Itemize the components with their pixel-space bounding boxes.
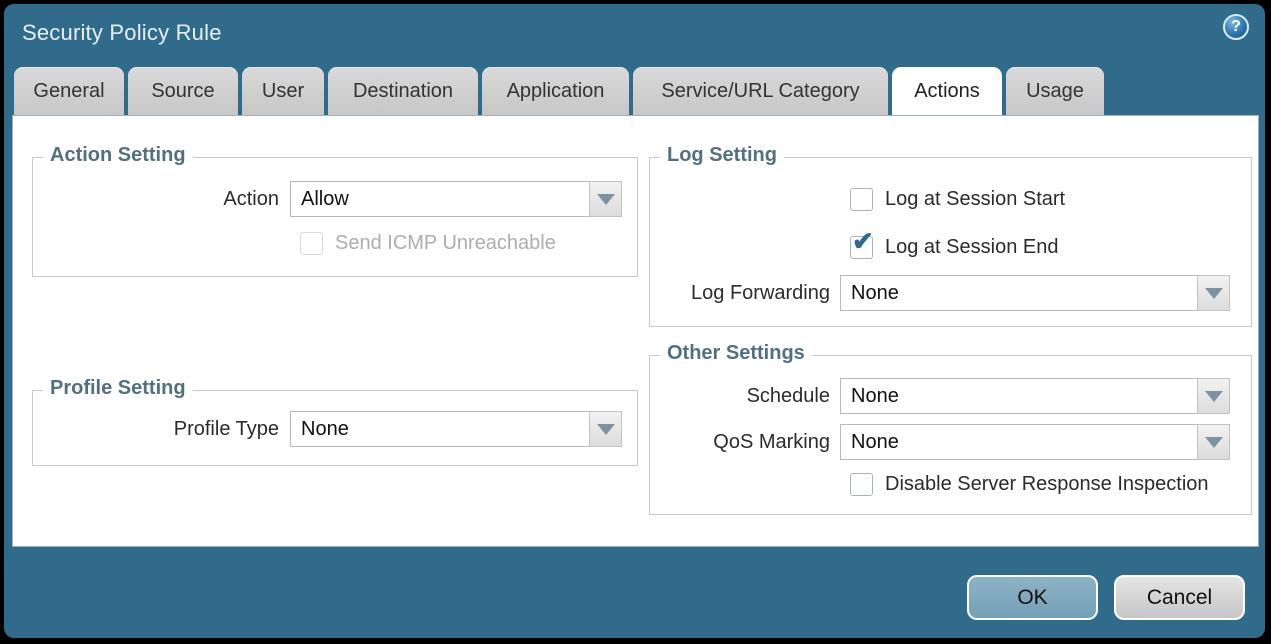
send-icmp-unreachable-label: Send ICMP Unreachable	[335, 232, 556, 255]
check-icon: ✔	[852, 228, 874, 254]
profile-type-dropdown-button[interactable]	[589, 411, 622, 447]
dropdown-arrow-icon	[1205, 288, 1223, 299]
ok-button[interactable]: OK	[967, 575, 1098, 620]
dialog-title: Security Policy Rule	[22, 20, 222, 46]
tab-general[interactable]: General	[14, 67, 124, 115]
action-setting-legend: Action Setting	[43, 144, 193, 167]
dropdown-arrow-icon	[597, 424, 615, 435]
actions-tab-panel: Action Setting Action Allow ✔	[12, 115, 1259, 547]
log-session-end-checkbox-row[interactable]: ✔ Log at Session End	[850, 236, 1058, 259]
schedule-dropdown-value[interactable]: None	[840, 378, 1197, 414]
action-setting-group: Action Setting Action Allow ✔	[32, 157, 638, 277]
schedule-label: Schedule	[650, 385, 840, 408]
dropdown-arrow-icon	[1205, 391, 1223, 402]
help-icon[interactable]: ?	[1223, 14, 1249, 40]
tab-application[interactable]: Application	[482, 67, 629, 115]
log-forwarding-dropdown-value[interactable]: None	[840, 275, 1197, 311]
action-label: Action	[43, 188, 290, 211]
action-dropdown[interactable]: Allow	[290, 181, 622, 217]
profile-setting-group: Profile Setting Profile Type None	[32, 390, 638, 466]
tab-destination[interactable]: Destination	[328, 67, 478, 115]
tab-service-url-category[interactable]: Service/URL Category	[633, 67, 888, 115]
screenshot-stage: Security Policy Rule ? General Source Us…	[0, 0, 1271, 644]
security-policy-rule-dialog: Security Policy Rule ? General Source Us…	[4, 4, 1265, 638]
other-settings-group: Other Settings Schedule None QoS Marking…	[649, 355, 1252, 515]
schedule-dropdown-button[interactable]	[1197, 378, 1230, 414]
tab-user[interactable]: User	[242, 67, 324, 115]
tab-usage[interactable]: Usage	[1006, 67, 1104, 115]
log-forwarding-label: Log Forwarding	[650, 282, 840, 305]
qos-marking-dropdown-button[interactable]	[1197, 424, 1230, 460]
log-session-start-checkbox[interactable]: ✔	[850, 188, 873, 211]
schedule-dropdown[interactable]: None	[840, 378, 1230, 414]
qos-marking-dropdown-value[interactable]: None	[840, 424, 1197, 460]
disable-server-response-inspection-checkbox-row[interactable]: ✔ Disable Server Response Inspection	[850, 473, 1209, 496]
other-settings-legend: Other Settings	[660, 342, 812, 365]
tab-actions[interactable]: Actions	[892, 67, 1002, 115]
action-dropdown-button[interactable]	[589, 181, 622, 217]
profile-type-label: Profile Type	[43, 418, 290, 441]
tab-source[interactable]: Source	[128, 67, 238, 115]
profile-type-dropdown[interactable]: None	[290, 411, 622, 447]
dropdown-arrow-icon	[597, 194, 615, 205]
log-session-start-checkbox-row[interactable]: ✔ Log at Session Start	[850, 188, 1065, 211]
log-forwarding-dropdown-button[interactable]	[1197, 275, 1230, 311]
action-dropdown-value[interactable]: Allow	[290, 181, 589, 217]
qos-marking-label: QoS Marking	[650, 431, 840, 454]
send-icmp-unreachable-checkbox-row: ✔ Send ICMP Unreachable	[300, 232, 556, 255]
log-forwarding-dropdown[interactable]: None	[840, 275, 1230, 311]
log-session-end-checkbox[interactable]: ✔	[850, 236, 873, 259]
disable-server-response-inspection-label: Disable Server Response Inspection	[885, 473, 1209, 496]
log-setting-group: Log Setting ✔ Log at Session Start ✔	[649, 157, 1252, 327]
profile-type-dropdown-value[interactable]: None	[290, 411, 589, 447]
profile-setting-legend: Profile Setting	[43, 377, 193, 400]
tab-bar: General Source User Destination Applicat…	[14, 67, 1104, 115]
send-icmp-unreachable-checkbox: ✔	[300, 232, 323, 255]
log-setting-legend: Log Setting	[660, 144, 784, 167]
dialog-titlebar: Security Policy Rule ?	[4, 4, 1265, 67]
dropdown-arrow-icon	[1205, 437, 1223, 448]
cancel-button[interactable]: Cancel	[1114, 575, 1245, 620]
qos-marking-dropdown[interactable]: None	[840, 424, 1230, 460]
disable-server-response-inspection-checkbox[interactable]: ✔	[850, 473, 873, 496]
log-session-start-label: Log at Session Start	[885, 188, 1065, 211]
log-session-end-label: Log at Session End	[885, 236, 1058, 259]
